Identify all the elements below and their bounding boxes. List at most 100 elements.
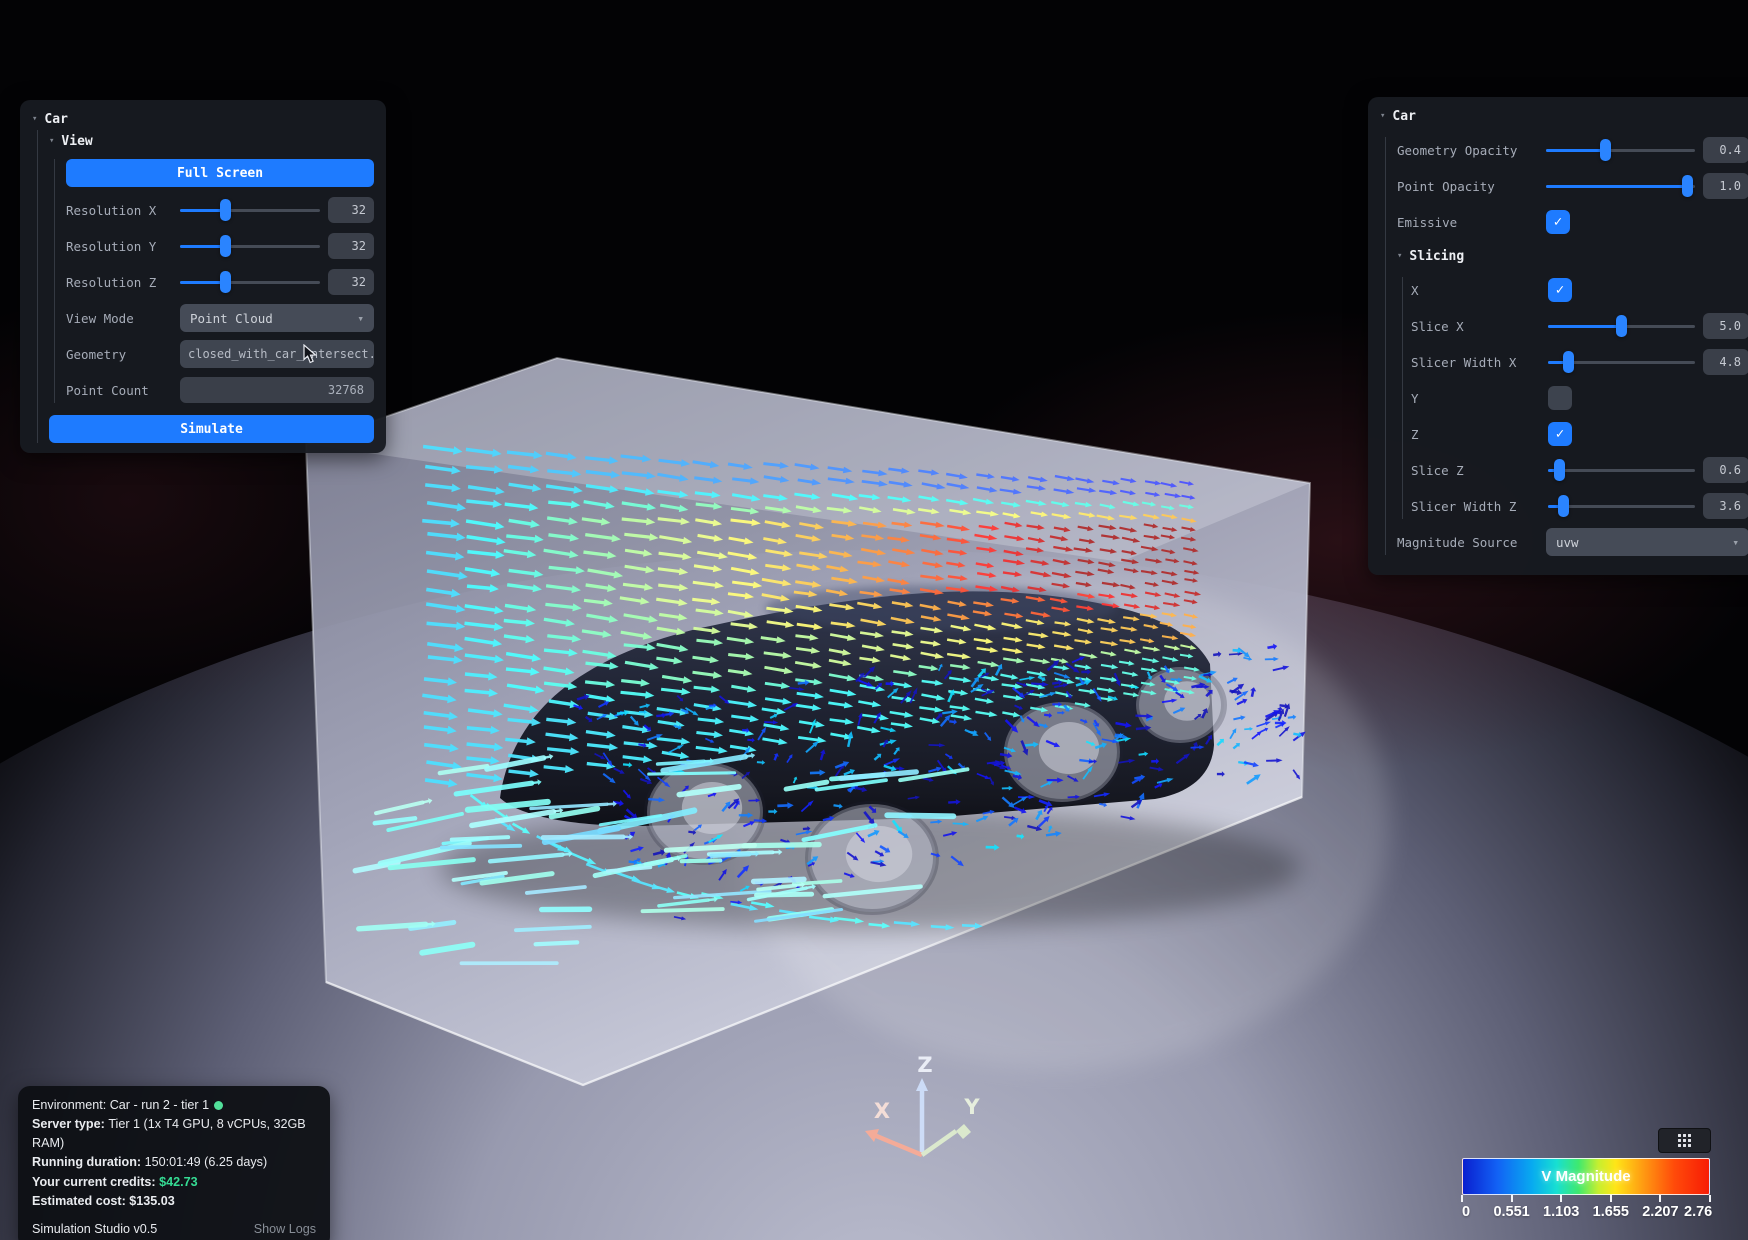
app-version-label: Simulation Studio v0.5 [32, 1220, 157, 1239]
show-logs-link[interactable]: Show Logs [254, 1220, 316, 1239]
colorbar-tick [1560, 1195, 1562, 1202]
geometry-label: Geometry [66, 347, 172, 362]
colorbar-tick [1659, 1195, 1661, 1202]
view-mode-label: View Mode [66, 311, 172, 326]
point-opacity-slider[interactable] [1546, 173, 1695, 199]
geometry-row: Geometry closed_with_car_intersect.fbx [66, 341, 374, 367]
left-panel-header[interactable]: ▾ Car [32, 108, 374, 130]
magnitude-source-label: Magnitude Source [1397, 535, 1538, 550]
colorbar-tick-label: 0.551 [1493, 1204, 1529, 1220]
colorbar-ticks [1462, 1195, 1710, 1203]
y-row: Y [1411, 385, 1748, 411]
emissive-row: Emissive ✓ [1397, 209, 1748, 235]
axis-x-label: X [874, 1099, 890, 1123]
resolution-y-label: Resolution Y [66, 239, 172, 254]
slice-x-value[interactable]: 5.0 [1703, 313, 1748, 339]
colorbar-tick-label: 0 [1462, 1204, 1470, 1220]
view-settings-panel: ▾ Car ▾ View Full Screen Resolution X 32… [20, 100, 386, 453]
resolution-z-row: Resolution Z 32 [66, 269, 374, 295]
colorbar-gradient: V Magnitude [1462, 1158, 1710, 1195]
colorbar-tick [1709, 1195, 1711, 1202]
slice-x-row: Slice X 5.0 [1411, 313, 1748, 339]
left-panel-title: Car [44, 112, 67, 127]
slice-x-slider[interactable] [1548, 313, 1695, 339]
resolution-y-slider[interactable] [180, 233, 320, 259]
right-panel-header[interactable]: ▾ Car [1380, 105, 1748, 127]
status-online-dot [214, 1101, 223, 1110]
collapse-triangle-icon: ▾ [49, 137, 54, 146]
magnitude-source-value: uvw [1556, 535, 1579, 550]
z-label: Z [1411, 427, 1540, 442]
status-duration-line: Running duration: 150:01:49 (6.25 days) [32, 1153, 316, 1172]
slicer-width-z-value[interactable]: 3.6 [1703, 493, 1748, 519]
slicer-width-z-label: Slicer Width Z [1411, 499, 1540, 514]
status-cost-line: Estimated cost: $135.03 [32, 1192, 316, 1211]
view-mode-dropdown[interactable]: Point Cloud ▾ [180, 304, 374, 332]
slicer-width-z-row: Slicer Width Z 3.6 [1411, 493, 1748, 519]
colorbar-tick-labels: 00.5511.1031.6552.2072.76 [1462, 1204, 1710, 1222]
collapse-triangle-icon: ▾ [1397, 252, 1402, 261]
grid-view-button[interactable] [1658, 1128, 1711, 1153]
slicer-width-x-value[interactable]: 4.8 [1703, 349, 1748, 375]
y-checkbox[interactable] [1548, 386, 1572, 410]
slicing-section-body: X✓Slice X5.0Slicer Width X4.8YZ✓Slice Z0… [1402, 277, 1748, 519]
colorbar-tick-label: 2.207 [1642, 1204, 1678, 1220]
view-mode-value: Point Cloud [190, 311, 273, 326]
slicing-section-title: Slicing [1409, 249, 1464, 264]
emissive-label: Emissive [1397, 215, 1538, 230]
view-section-title: View [61, 134, 92, 149]
emissive-checkbox[interactable]: ✓ [1546, 210, 1570, 234]
status-credits-line: Your current credits: $42.73 [32, 1173, 316, 1192]
colorbar-tick [1511, 1195, 1513, 1202]
magnitude-source-dropdown[interactable]: uvw ▾ [1546, 528, 1748, 556]
geometry-opacity-slider[interactable] [1546, 137, 1695, 163]
colorbar-title: V Magnitude [1463, 1159, 1709, 1194]
slicer-width-z-slider[interactable] [1548, 493, 1695, 519]
geometry-opacity-value[interactable]: 0.4 [1703, 137, 1748, 163]
z-checkbox[interactable]: ✓ [1548, 422, 1572, 446]
collapse-triangle-icon: ▾ [32, 115, 37, 124]
geometry-opacity-row: Geometry Opacity0.4 [1397, 137, 1748, 163]
resolution-x-row: Resolution X 32 [66, 197, 374, 223]
grid-icon [1678, 1134, 1691, 1147]
resolution-y-value[interactable]: 32 [328, 233, 374, 259]
point-opacity-label: Point Opacity [1397, 179, 1538, 194]
slice-x-label: Slice X [1411, 319, 1540, 334]
x-checkbox[interactable]: ✓ [1548, 278, 1572, 302]
view-section-header[interactable]: ▾ View [49, 130, 374, 152]
slice-z-slider[interactable] [1548, 457, 1695, 483]
z-row: Z✓ [1411, 421, 1748, 447]
y-label: Y [1411, 391, 1540, 406]
slicer-width-x-slider[interactable] [1548, 349, 1695, 375]
resolution-x-value[interactable]: 32 [328, 197, 374, 223]
resolution-y-row: Resolution Y 32 [66, 233, 374, 259]
resolution-x-slider[interactable] [180, 197, 320, 223]
simulate-button[interactable]: Simulate [49, 415, 374, 443]
colorbar-legend: V Magnitude 00.5511.1031.6552.2072.76 [1462, 1158, 1710, 1222]
colorbar-tick-label: 1.655 [1593, 1204, 1629, 1220]
point-opacity-value[interactable]: 1.0 [1703, 173, 1748, 199]
resolution-z-value[interactable]: 32 [328, 269, 374, 295]
point-count-field[interactable]: 32768 [180, 377, 374, 403]
axis-z-label: Z [917, 1053, 932, 1077]
slicer-width-x-row: Slicer Width X4.8 [1411, 349, 1748, 375]
colorbar-tick [1461, 1195, 1463, 1202]
resolution-x-label: Resolution X [66, 203, 172, 218]
status-server-line: Server type: Tier 1 (1x T4 GPU, 8 vCPUs,… [32, 1115, 316, 1153]
chevron-down-icon: ▾ [1732, 536, 1739, 549]
full-screen-button[interactable]: Full Screen [66, 159, 374, 187]
slice-z-value[interactable]: 0.6 [1703, 457, 1748, 483]
resolution-z-slider[interactable] [180, 269, 320, 295]
view-mode-row: View Mode Point Cloud ▾ [66, 305, 374, 331]
colorbar-tick-label: 2.76 [1684, 1204, 1712, 1220]
collapse-triangle-icon: ▾ [1380, 112, 1385, 121]
slicing-section-header[interactable]: ▾ Slicing [1397, 245, 1748, 267]
x-label: X [1411, 283, 1540, 298]
magnitude-source-row: Magnitude Source uvw ▾ [1397, 529, 1748, 555]
colorbar-tick [1610, 1195, 1612, 1202]
axis-y-label: Y [963, 1095, 980, 1119]
display-settings-panel: ▾ Car Geometry Opacity0.4 Point Opacity 1.… [1368, 97, 1748, 575]
app-window: Z X Y ▾ Car ▾ View Full Screen Resolutio… [0, 0, 1748, 1240]
geometry-field[interactable]: closed_with_car_intersect.fbx [180, 340, 374, 368]
point-count-row: Point Count 32768 [66, 377, 374, 403]
